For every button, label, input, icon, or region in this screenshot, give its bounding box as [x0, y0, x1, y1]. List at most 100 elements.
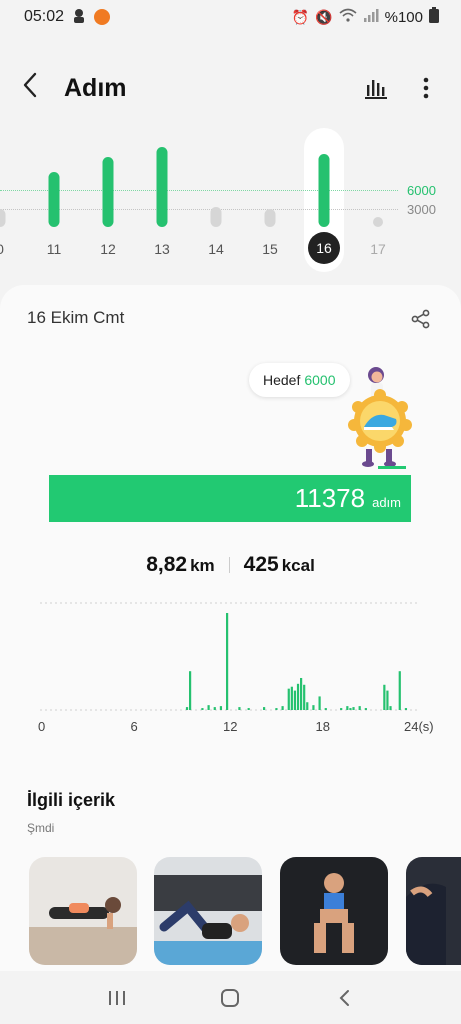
related-content-carousel[interactable]: [29, 857, 461, 967]
battery-percent: %100: [384, 8, 423, 26]
battery-icon: [429, 7, 439, 27]
distance-unit: km: [190, 556, 215, 575]
day-bar-17: [373, 217, 383, 227]
more-vertical-icon[interactable]: [413, 75, 439, 101]
distance-stat: 8,82 km: [146, 553, 214, 577]
day-label-15: 15: [262, 241, 278, 257]
hour-tick-label: 0: [38, 719, 46, 734]
day-label-12: 12: [100, 241, 116, 257]
goal-label: Hedef: [263, 372, 301, 388]
day-column-0[interactable]: 0: [0, 125, 20, 275]
bar-chart-icon[interactable]: [363, 75, 389, 101]
day-label-11: 11: [46, 241, 62, 257]
day-label-13: 13: [154, 241, 170, 257]
day-label-17: 17: [370, 241, 386, 257]
hourly-bar: [247, 708, 250, 710]
day-bar-13: [156, 147, 168, 227]
day-column-16[interactable]: 16: [304, 125, 344, 275]
hourly-bar: [303, 684, 306, 710]
hourly-bar: [364, 708, 367, 710]
goal-axis-label: 6000: [407, 183, 436, 198]
steps-progress-bar: 11378 adım: [49, 475, 411, 522]
hourly-bar: [358, 706, 361, 710]
situp-workout-thumbnail[interactable]: [154, 857, 262, 965]
hourly-bar: [300, 677, 303, 710]
hourly-bar: [318, 696, 321, 710]
signal-icon: [363, 8, 379, 26]
status-bar: 05:02 ⏰ 🔇 %100: [0, 0, 461, 34]
hourly-bar: [226, 613, 229, 710]
calories-stat: 425 kcal: [244, 553, 315, 577]
day-column-14[interactable]: 14: [196, 125, 236, 275]
base-axis-label: 3000: [407, 202, 436, 217]
day-column-17[interactable]: 17: [358, 125, 398, 275]
stats-divider: [228, 557, 230, 573]
hourly-bar: [306, 702, 309, 710]
day-bar-15: [264, 209, 276, 227]
steps-unit: adım: [372, 495, 401, 510]
app-notification-icon: [94, 9, 111, 25]
hourly-bar: [189, 671, 192, 710]
day-bar-11: [48, 172, 60, 227]
goal-bubble: Hedef 6000: [249, 363, 350, 397]
squat-workout-thumbnail[interactable]: [280, 857, 388, 965]
plank-workout-thumbnail[interactable]: [29, 857, 137, 965]
hourly-bar: [263, 707, 266, 710]
day-label-16: 16: [308, 232, 340, 264]
stats-row: 8,82 km 425 kcal: [0, 553, 461, 577]
recent-apps-icon[interactable]: [97, 978, 137, 1018]
steps-value: 11378: [294, 483, 366, 513]
hourly-bar: [296, 683, 300, 710]
status-time: 05:02: [24, 8, 65, 25]
day-column-13[interactable]: 13: [142, 125, 182, 275]
related-content-title: İlgili içerik: [27, 790, 116, 810]
hourly-bar: [293, 690, 297, 710]
hourly-bar: [404, 708, 408, 710]
back-icon[interactable]: [324, 978, 364, 1018]
hourly-bar: [219, 706, 223, 710]
day-bar-0: [0, 209, 6, 227]
hourly-bar: [238, 707, 241, 710]
alarm-icon: ⏰: [291, 8, 310, 25]
mute-icon: 🔇: [315, 8, 333, 25]
hourly-bar: [275, 708, 278, 710]
weekly-steps-chart: 6000 3000 0 11 12 13 14 15 16 17: [0, 125, 461, 275]
day-column-15[interactable]: 15: [250, 125, 290, 275]
calories-unit: kcal: [281, 556, 315, 575]
runner-mascot-icon: [348, 367, 412, 469]
hourly-bar: [287, 688, 290, 710]
hourly-bar: [352, 707, 355, 710]
hourly-bar: [213, 707, 216, 710]
hourly-bar: [201, 708, 204, 710]
hourly-bar: [398, 671, 401, 710]
day-column-11[interactable]: 11: [34, 125, 74, 275]
wifi-icon: [339, 8, 357, 26]
hourly-bar: [349, 708, 352, 710]
day-detail-card: 16 Ekim Cmt Hedef 6000 11378 adım 8,82 k…: [0, 285, 461, 971]
home-icon[interactable]: [210, 978, 250, 1018]
day-bar-12: [102, 157, 114, 227]
back-arrow-icon[interactable]: [22, 72, 54, 104]
hourly-steps-chart: 0 6 12 18 24(s): [0, 595, 461, 745]
day-label-14: 14: [208, 241, 224, 257]
day-bar-16: [318, 154, 330, 227]
day-column-12[interactable]: 12: [88, 125, 128, 275]
notification-icon: [72, 8, 86, 27]
day-bar-14: [210, 207, 222, 227]
hourly-bar: [346, 706, 349, 710]
day-label-0: 0: [0, 241, 4, 257]
hourly-bar: [324, 708, 327, 710]
hourly-bar: [389, 706, 392, 710]
share-icon[interactable]: [411, 309, 431, 334]
arm-workout-thumbnail[interactable]: [406, 857, 461, 965]
hour-tick-label: 24(s): [404, 719, 434, 734]
hourly-bar: [340, 708, 343, 710]
hourly-bar: [281, 706, 284, 710]
selected-date: 16 Ekim Cmt: [27, 308, 125, 327]
hourly-bar: [207, 705, 210, 710]
hour-tick-label: 18: [315, 719, 330, 734]
hourly-bar: [386, 690, 389, 710]
hourly-bar: [290, 686, 293, 710]
hour-tick-label: 6: [130, 719, 138, 734]
system-nav-bar: [0, 971, 461, 1024]
